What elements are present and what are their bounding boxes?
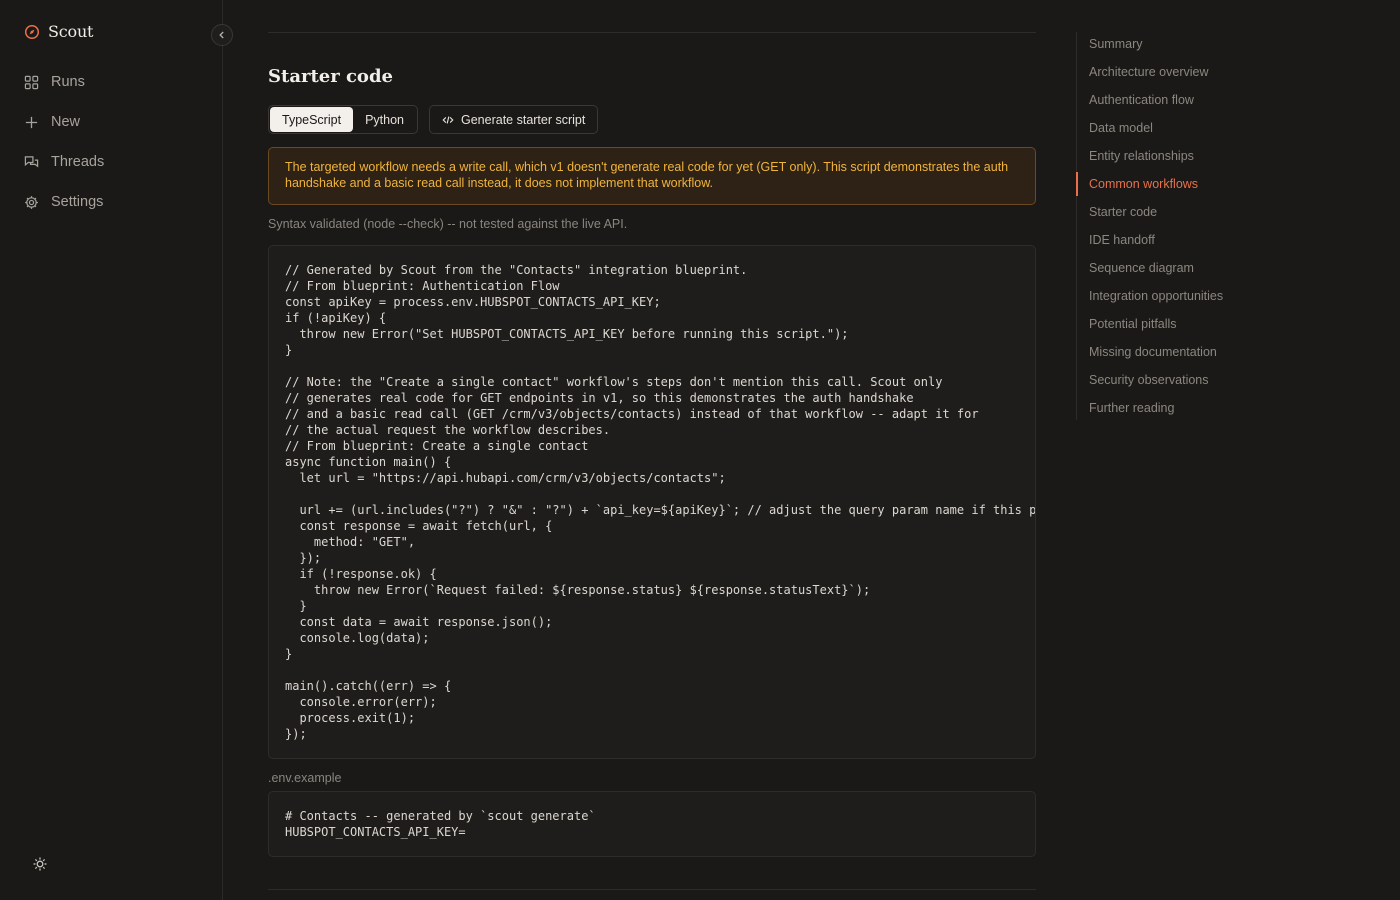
env-file-label: .env.example — [268, 771, 342, 785]
sidebar-item-label: Runs — [51, 74, 85, 90]
divider — [268, 32, 1036, 33]
sidebar-nav: Runs New Threads Settings — [24, 62, 104, 222]
toc-item-starter-code[interactable]: Starter code — [1077, 200, 1287, 228]
toc-item-missing-documentation[interactable]: Missing documentation — [1077, 340, 1287, 368]
toc-item-potential-pitfalls[interactable]: Potential pitfalls — [1077, 312, 1287, 340]
divider — [268, 889, 1036, 890]
toc-item-data-model[interactable]: Data model — [1077, 116, 1287, 144]
toc-item-further-reading[interactable]: Further reading — [1077, 396, 1287, 424]
sidebar: Scout Runs New Threads Settings — [0, 0, 223, 900]
validation-note: Syntax validated (node --check) -- not t… — [268, 217, 628, 231]
brand[interactable]: Scout — [24, 22, 93, 41]
toc-item-architecture-overview[interactable]: Architecture overview — [1077, 60, 1287, 88]
sidebar-item-label: New — [51, 114, 81, 130]
toc-item-common-workflows[interactable]: Common workflows — [1076, 172, 1287, 200]
gear-icon — [25, 195, 38, 209]
toc-item-entity-relationships[interactable]: Entity relationships — [1077, 144, 1287, 172]
section-title: Starter code — [268, 66, 393, 87]
tab-python[interactable]: Python — [353, 107, 416, 132]
sidebar-item-threads[interactable]: Threads — [24, 142, 104, 182]
table-of-contents: Summary Architecture overview Authentica… — [1076, 32, 1287, 420]
generate-starter-script-button[interactable]: Generate starter script — [429, 105, 599, 134]
chat-icon — [24, 155, 39, 168]
sidebar-item-runs[interactable]: Runs — [24, 62, 104, 102]
toc-item-integration-opportunities[interactable]: Integration opportunities — [1077, 284, 1287, 312]
chevron-left-icon — [219, 31, 224, 39]
collapse-sidebar-button[interactable] — [211, 24, 233, 46]
env-code-text: # Contacts -- generated by `scout genera… — [285, 809, 596, 839]
code-text: // Generated by Scout from the "Contacts… — [285, 263, 1036, 741]
plus-icon — [25, 116, 38, 128]
sidebar-item-label: Settings — [51, 194, 104, 210]
app-name: Scout — [48, 22, 94, 41]
toc-item-security-observations[interactable]: Security observations — [1077, 368, 1287, 396]
warning-banner: The targeted workflow needs a write call… — [268, 147, 1036, 205]
toc-item-authentication-flow[interactable]: Authentication flow — [1077, 88, 1287, 116]
compass-icon — [24, 24, 40, 40]
code-icon — [442, 115, 454, 124]
language-tabs: TypeScript Python — [268, 105, 418, 134]
sidebar-item-settings[interactable]: Settings — [24, 182, 104, 222]
env-code-block[interactable]: # Contacts -- generated by `scout genera… — [268, 791, 1036, 857]
sun-icon — [33, 857, 47, 871]
sidebar-item-label: Threads — [51, 154, 105, 170]
toc-item-summary[interactable]: Summary — [1077, 32, 1287, 60]
theme-toggle-button[interactable] — [32, 856, 48, 872]
toc-item-ide-handoff[interactable]: IDE handoff — [1077, 228, 1287, 256]
tab-typescript[interactable]: TypeScript — [270, 107, 354, 132]
generate-button-label: Generate starter script — [461, 112, 586, 127]
grid-icon — [24, 75, 39, 89]
sidebar-item-new[interactable]: New — [24, 102, 104, 142]
toc-item-sequence-diagram[interactable]: Sequence diagram — [1077, 256, 1287, 284]
code-block[interactable]: // Generated by Scout from the "Contacts… — [268, 245, 1036, 759]
